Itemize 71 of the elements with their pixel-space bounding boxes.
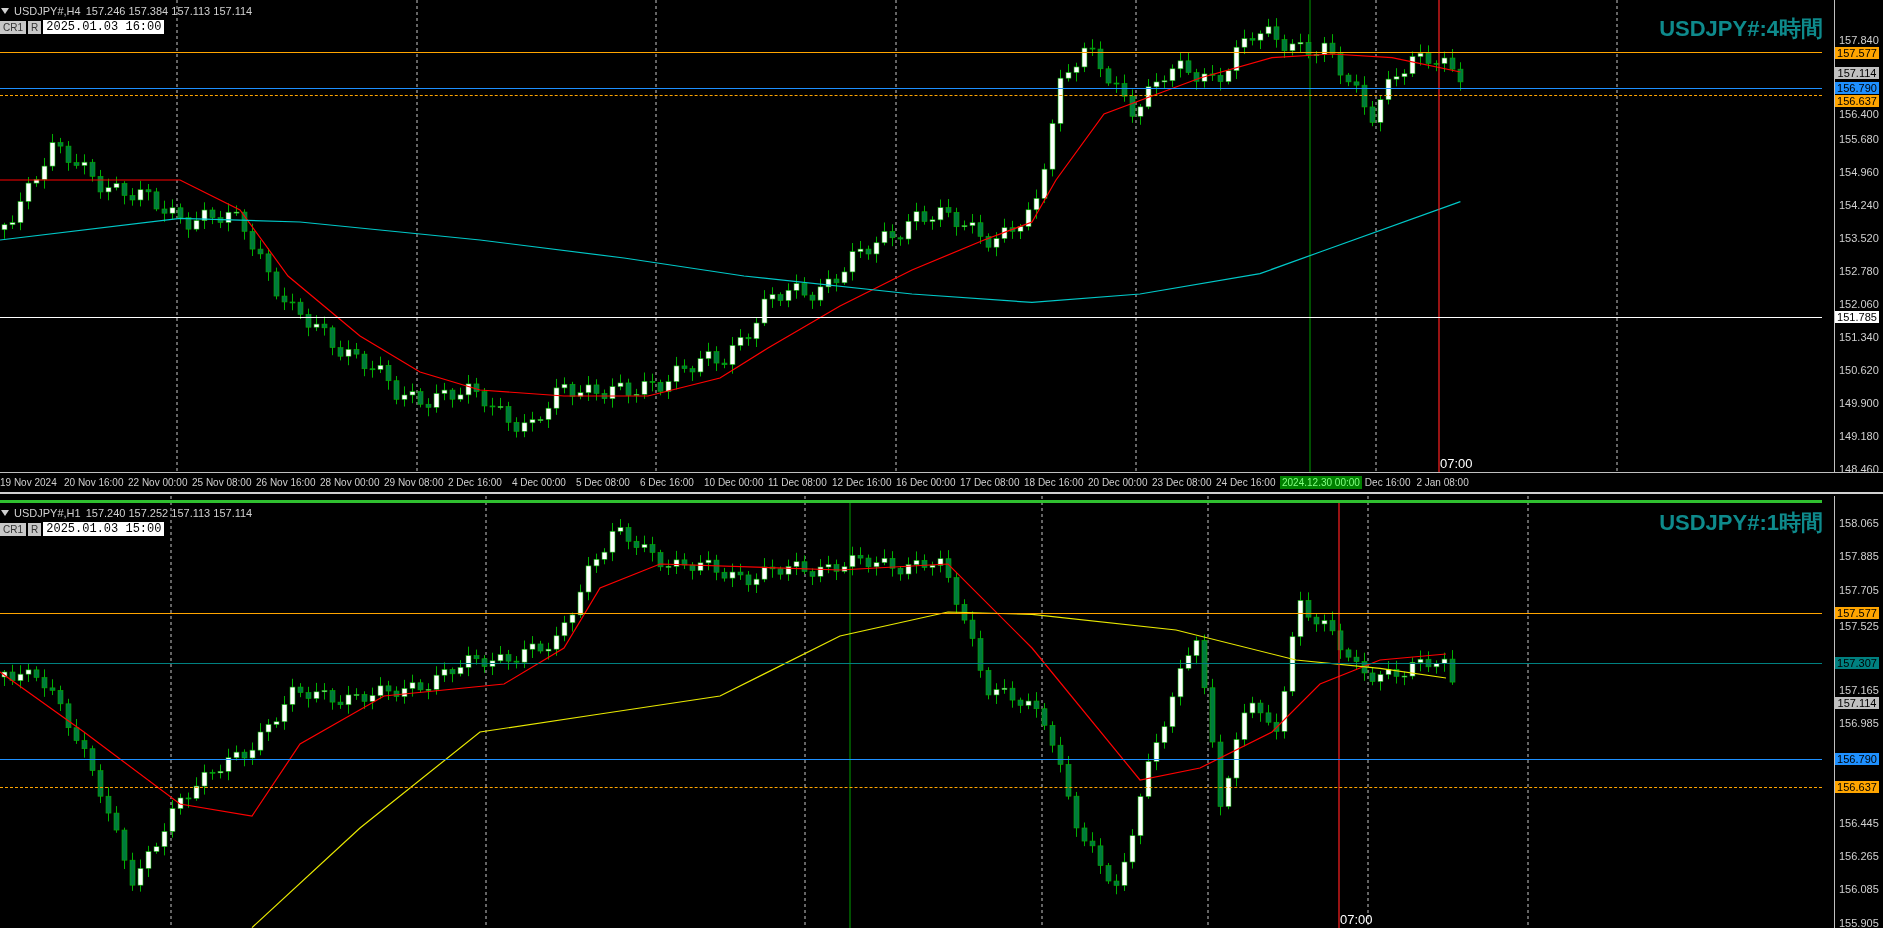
chart-title: USDJPY#:4時間: [1659, 16, 1823, 42]
time-axis-label: 26 Nov 16:00: [256, 476, 317, 489]
price-tag: 157.577: [1835, 607, 1879, 620]
vertical-line-label: 07:00: [1340, 913, 1373, 927]
price-tick-label: 156.400: [1839, 108, 1879, 120]
datetime-field[interactable]: 2025.01.03 15:00: [43, 522, 165, 536]
time-axis-label: 19 Nov 2024: [0, 476, 58, 489]
time-axis-label: 5 Dec 08:00: [576, 476, 631, 489]
price-tag: 157.307: [1835, 657, 1879, 670]
price-tag: 157.577: [1835, 47, 1879, 59]
symbol-timeframe: USDJPY#,H4: [14, 4, 81, 19]
chart-title: USDJPY#:1時間: [1659, 510, 1823, 536]
price-tick-label: 157.165: [1839, 683, 1879, 696]
price-tick-label: 149.900: [1839, 397, 1879, 410]
price-tick-label: 157.885: [1839, 550, 1879, 563]
price-tick-label: 156.265: [1839, 850, 1879, 862]
dropdown-triangle-icon[interactable]: [1, 8, 9, 15]
price-tick-label: 152.780: [1839, 265, 1879, 278]
time-axis-label: 16 Dec 00:00: [896, 476, 957, 489]
price-tick-label: 155.680: [1839, 132, 1879, 145]
symbol-timeframe: USDJPY#,H1: [14, 506, 81, 521]
chart-button[interactable]: R: [28, 20, 42, 34]
price-tag: 156.637: [1835, 95, 1879, 107]
time-axis-label: 12 Dec 16:00: [832, 476, 893, 489]
dropdown-triangle-icon[interactable]: [1, 510, 9, 517]
price-tick-label: 154.240: [1839, 198, 1879, 211]
time-axis-label: 18 Dec 16:00: [1024, 476, 1085, 489]
price-tick-label: 157.525: [1839, 620, 1879, 633]
price-tick-label: 150.620: [1839, 364, 1879, 377]
price-tag: 151.785: [1835, 311, 1879, 324]
ohlc-values: 157.246 157.384 157.113 157.114: [85, 4, 253, 19]
time-axis-label: 20 Nov 16:00: [64, 476, 125, 489]
time-axis-label: 2 Jan 08:00: [1416, 476, 1469, 489]
price-tag: 156.790: [1835, 752, 1879, 765]
time-axis-label: Dec 16:00: [1364, 476, 1411, 489]
chart-button[interactable]: R: [28, 522, 42, 536]
time-axis-label: 25 Nov 08:00: [192, 476, 253, 489]
price-tick-label: 156.985: [1839, 716, 1879, 729]
chart-button[interactable]: CR1: [0, 20, 26, 34]
time-axis-label: 6 Dec 16:00: [640, 476, 695, 489]
ohlc-values: 157.240 157.252 157.113 157.114: [85, 506, 253, 521]
time-axis-label: 22 Nov 00:00: [128, 476, 189, 489]
price-tick-label: 156.445: [1839, 816, 1879, 829]
vertical-line-label: 07:00: [1440, 457, 1473, 471]
time-axis-label: 17 Dec 08:00: [960, 476, 1021, 489]
price-tag: 156.790: [1835, 82, 1879, 94]
price-tick-label: 149.180: [1839, 430, 1879, 443]
time-axis-label: 10 Dec 00:00: [704, 476, 765, 489]
time-axis-label: 29 Nov 08:00: [384, 476, 445, 489]
time-axis-label: 23 Dec 08:00: [1152, 476, 1213, 489]
price-tag: 156.637: [1835, 781, 1879, 794]
price-tick-label: 154.960: [1839, 165, 1879, 178]
datetime-field[interactable]: 2025.01.03 16:00: [43, 20, 165, 34]
time-axis-label: 28 Nov 00:00: [320, 476, 381, 489]
price-tag: 157.114: [1835, 696, 1879, 709]
time-axis-label: 4 Dec 00:00: [512, 476, 567, 489]
time-axis-label: 11 Dec 08:00: [768, 476, 828, 489]
time-axis-label: 24 Dec 16:00: [1216, 476, 1277, 489]
price-tick-label: 156.085: [1839, 883, 1879, 896]
chart-button[interactable]: CR1: [0, 522, 26, 536]
price-tick-label: 158.065: [1839, 517, 1879, 529]
price-tick-label: 157.705: [1839, 583, 1879, 596]
time-axis-label: 20 Dec 00:00: [1088, 476, 1149, 489]
price-tick-label: 152.060: [1839, 298, 1879, 311]
price-tick-label: 153.520: [1839, 231, 1879, 244]
time-axis-label: 2024.12.30 00:00: [1280, 476, 1362, 489]
price-tick-label: 155.905: [1839, 916, 1879, 928]
price-tick-label: 151.340: [1839, 331, 1879, 344]
price-tick-label: 157.840: [1839, 34, 1879, 46]
price-tag: 157.114: [1835, 67, 1879, 80]
time-axis-label: 2 Dec 16:00: [448, 476, 503, 489]
